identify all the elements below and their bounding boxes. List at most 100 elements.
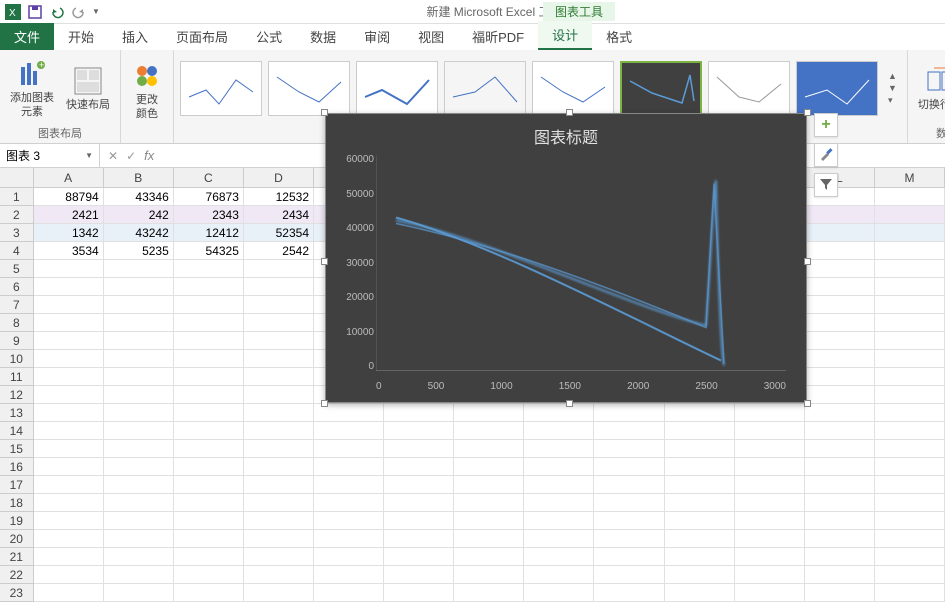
cell-K17[interactable]: [735, 476, 805, 494]
fx-icon[interactable]: fx: [144, 148, 160, 163]
cell-J17[interactable]: [665, 476, 735, 494]
cell-E19[interactable]: [314, 512, 384, 530]
cell-B16[interactable]: [104, 458, 174, 476]
cell-C13[interactable]: [174, 404, 244, 422]
cell-M14[interactable]: [875, 422, 945, 440]
column-header-C[interactable]: C: [174, 168, 244, 188]
cell-C23[interactable]: [174, 584, 244, 602]
cell-E13[interactable]: [314, 404, 384, 422]
cell-M1[interactable]: [875, 188, 945, 206]
cell-J23[interactable]: [665, 584, 735, 602]
chart-style-1[interactable]: [180, 61, 262, 116]
cell-M9[interactable]: [875, 332, 945, 350]
cell-G13[interactable]: [454, 404, 524, 422]
cell-D12[interactable]: [244, 386, 314, 404]
cell-A12[interactable]: [34, 386, 104, 404]
cell-C22[interactable]: [174, 566, 244, 584]
cell-M6[interactable]: [875, 278, 945, 296]
cell-A21[interactable]: [34, 548, 104, 566]
cell-A19[interactable]: [34, 512, 104, 530]
cell-H21[interactable]: [524, 548, 594, 566]
tab-设计[interactable]: 设计: [538, 21, 592, 50]
cell-A3[interactable]: 1342: [34, 224, 104, 242]
cell-F22[interactable]: [384, 566, 454, 584]
cell-B7[interactable]: [104, 296, 174, 314]
cell-G19[interactable]: [454, 512, 524, 530]
cell-A10[interactable]: [34, 350, 104, 368]
cell-L11[interactable]: [805, 368, 875, 386]
chart-elements-button[interactable]: +: [814, 113, 838, 137]
cell-G23[interactable]: [454, 584, 524, 602]
cell-D2[interactable]: 2434: [244, 206, 314, 224]
cell-D16[interactable]: [244, 458, 314, 476]
switch-row-col-button[interactable]: 切换行/列: [914, 63, 945, 114]
enter-icon[interactable]: ✓: [126, 149, 136, 163]
change-colors-button[interactable]: 更改 颜色: [127, 58, 167, 122]
chart-style-5[interactable]: [532, 61, 614, 116]
chart-plot-area[interactable]: [376, 154, 786, 372]
cell-B5[interactable]: [104, 260, 174, 278]
cell-D19[interactable]: [244, 512, 314, 530]
cell-A2[interactable]: 2421: [34, 206, 104, 224]
select-all-corner[interactable]: [0, 168, 34, 188]
row-header-9[interactable]: 9: [0, 332, 34, 350]
cell-C2[interactable]: 2343: [174, 206, 244, 224]
chart-title[interactable]: 图表标题: [326, 114, 806, 152]
cell-G20[interactable]: [454, 530, 524, 548]
row-header-3[interactable]: 3: [0, 224, 34, 242]
cell-M21[interactable]: [875, 548, 945, 566]
cell-F15[interactable]: [384, 440, 454, 458]
cell-B1[interactable]: 43346: [104, 188, 174, 206]
embedded-chart[interactable]: 图表标题 0100002000030000400005000060000 050…: [325, 113, 807, 403]
row-header-12[interactable]: 12: [0, 386, 34, 404]
cell-A9[interactable]: [34, 332, 104, 350]
cell-M4[interactable]: [875, 242, 945, 260]
cell-M13[interactable]: [875, 404, 945, 422]
cell-E22[interactable]: [314, 566, 384, 584]
cell-E15[interactable]: [314, 440, 384, 458]
cell-A6[interactable]: [34, 278, 104, 296]
cell-K21[interactable]: [735, 548, 805, 566]
cell-A22[interactable]: [34, 566, 104, 584]
cell-K16[interactable]: [735, 458, 805, 476]
cell-D11[interactable]: [244, 368, 314, 386]
cell-M12[interactable]: [875, 386, 945, 404]
cell-L21[interactable]: [805, 548, 875, 566]
cell-F13[interactable]: [384, 404, 454, 422]
cell-B12[interactable]: [104, 386, 174, 404]
row-header-22[interactable]: 22: [0, 566, 34, 584]
cell-K19[interactable]: [735, 512, 805, 530]
cell-H22[interactable]: [524, 566, 594, 584]
cell-E16[interactable]: [314, 458, 384, 476]
undo-icon[interactable]: [48, 3, 66, 21]
cell-L16[interactable]: [805, 458, 875, 476]
cell-D14[interactable]: [244, 422, 314, 440]
cell-B19[interactable]: [104, 512, 174, 530]
column-header-M[interactable]: M: [875, 168, 945, 188]
cell-H23[interactable]: [524, 584, 594, 602]
cell-B20[interactable]: [104, 530, 174, 548]
column-header-A[interactable]: A: [34, 168, 104, 188]
cell-J18[interactable]: [665, 494, 735, 512]
row-header-8[interactable]: 8: [0, 314, 34, 332]
cell-C18[interactable]: [174, 494, 244, 512]
cell-D21[interactable]: [244, 548, 314, 566]
cell-L5[interactable]: [805, 260, 875, 278]
cell-F23[interactable]: [384, 584, 454, 602]
cell-D3[interactable]: 52354: [244, 224, 314, 242]
cell-B11[interactable]: [104, 368, 174, 386]
cell-G21[interactable]: [454, 548, 524, 566]
cell-H15[interactable]: [524, 440, 594, 458]
cell-D8[interactable]: [244, 314, 314, 332]
cell-B8[interactable]: [104, 314, 174, 332]
cell-M19[interactable]: [875, 512, 945, 530]
cell-M5[interactable]: [875, 260, 945, 278]
cell-J22[interactable]: [665, 566, 735, 584]
cell-A17[interactable]: [34, 476, 104, 494]
cell-D5[interactable]: [244, 260, 314, 278]
row-header-7[interactable]: 7: [0, 296, 34, 314]
cancel-icon[interactable]: ✕: [108, 149, 118, 163]
cell-I23[interactable]: [594, 584, 664, 602]
cell-G15[interactable]: [454, 440, 524, 458]
cell-D9[interactable]: [244, 332, 314, 350]
